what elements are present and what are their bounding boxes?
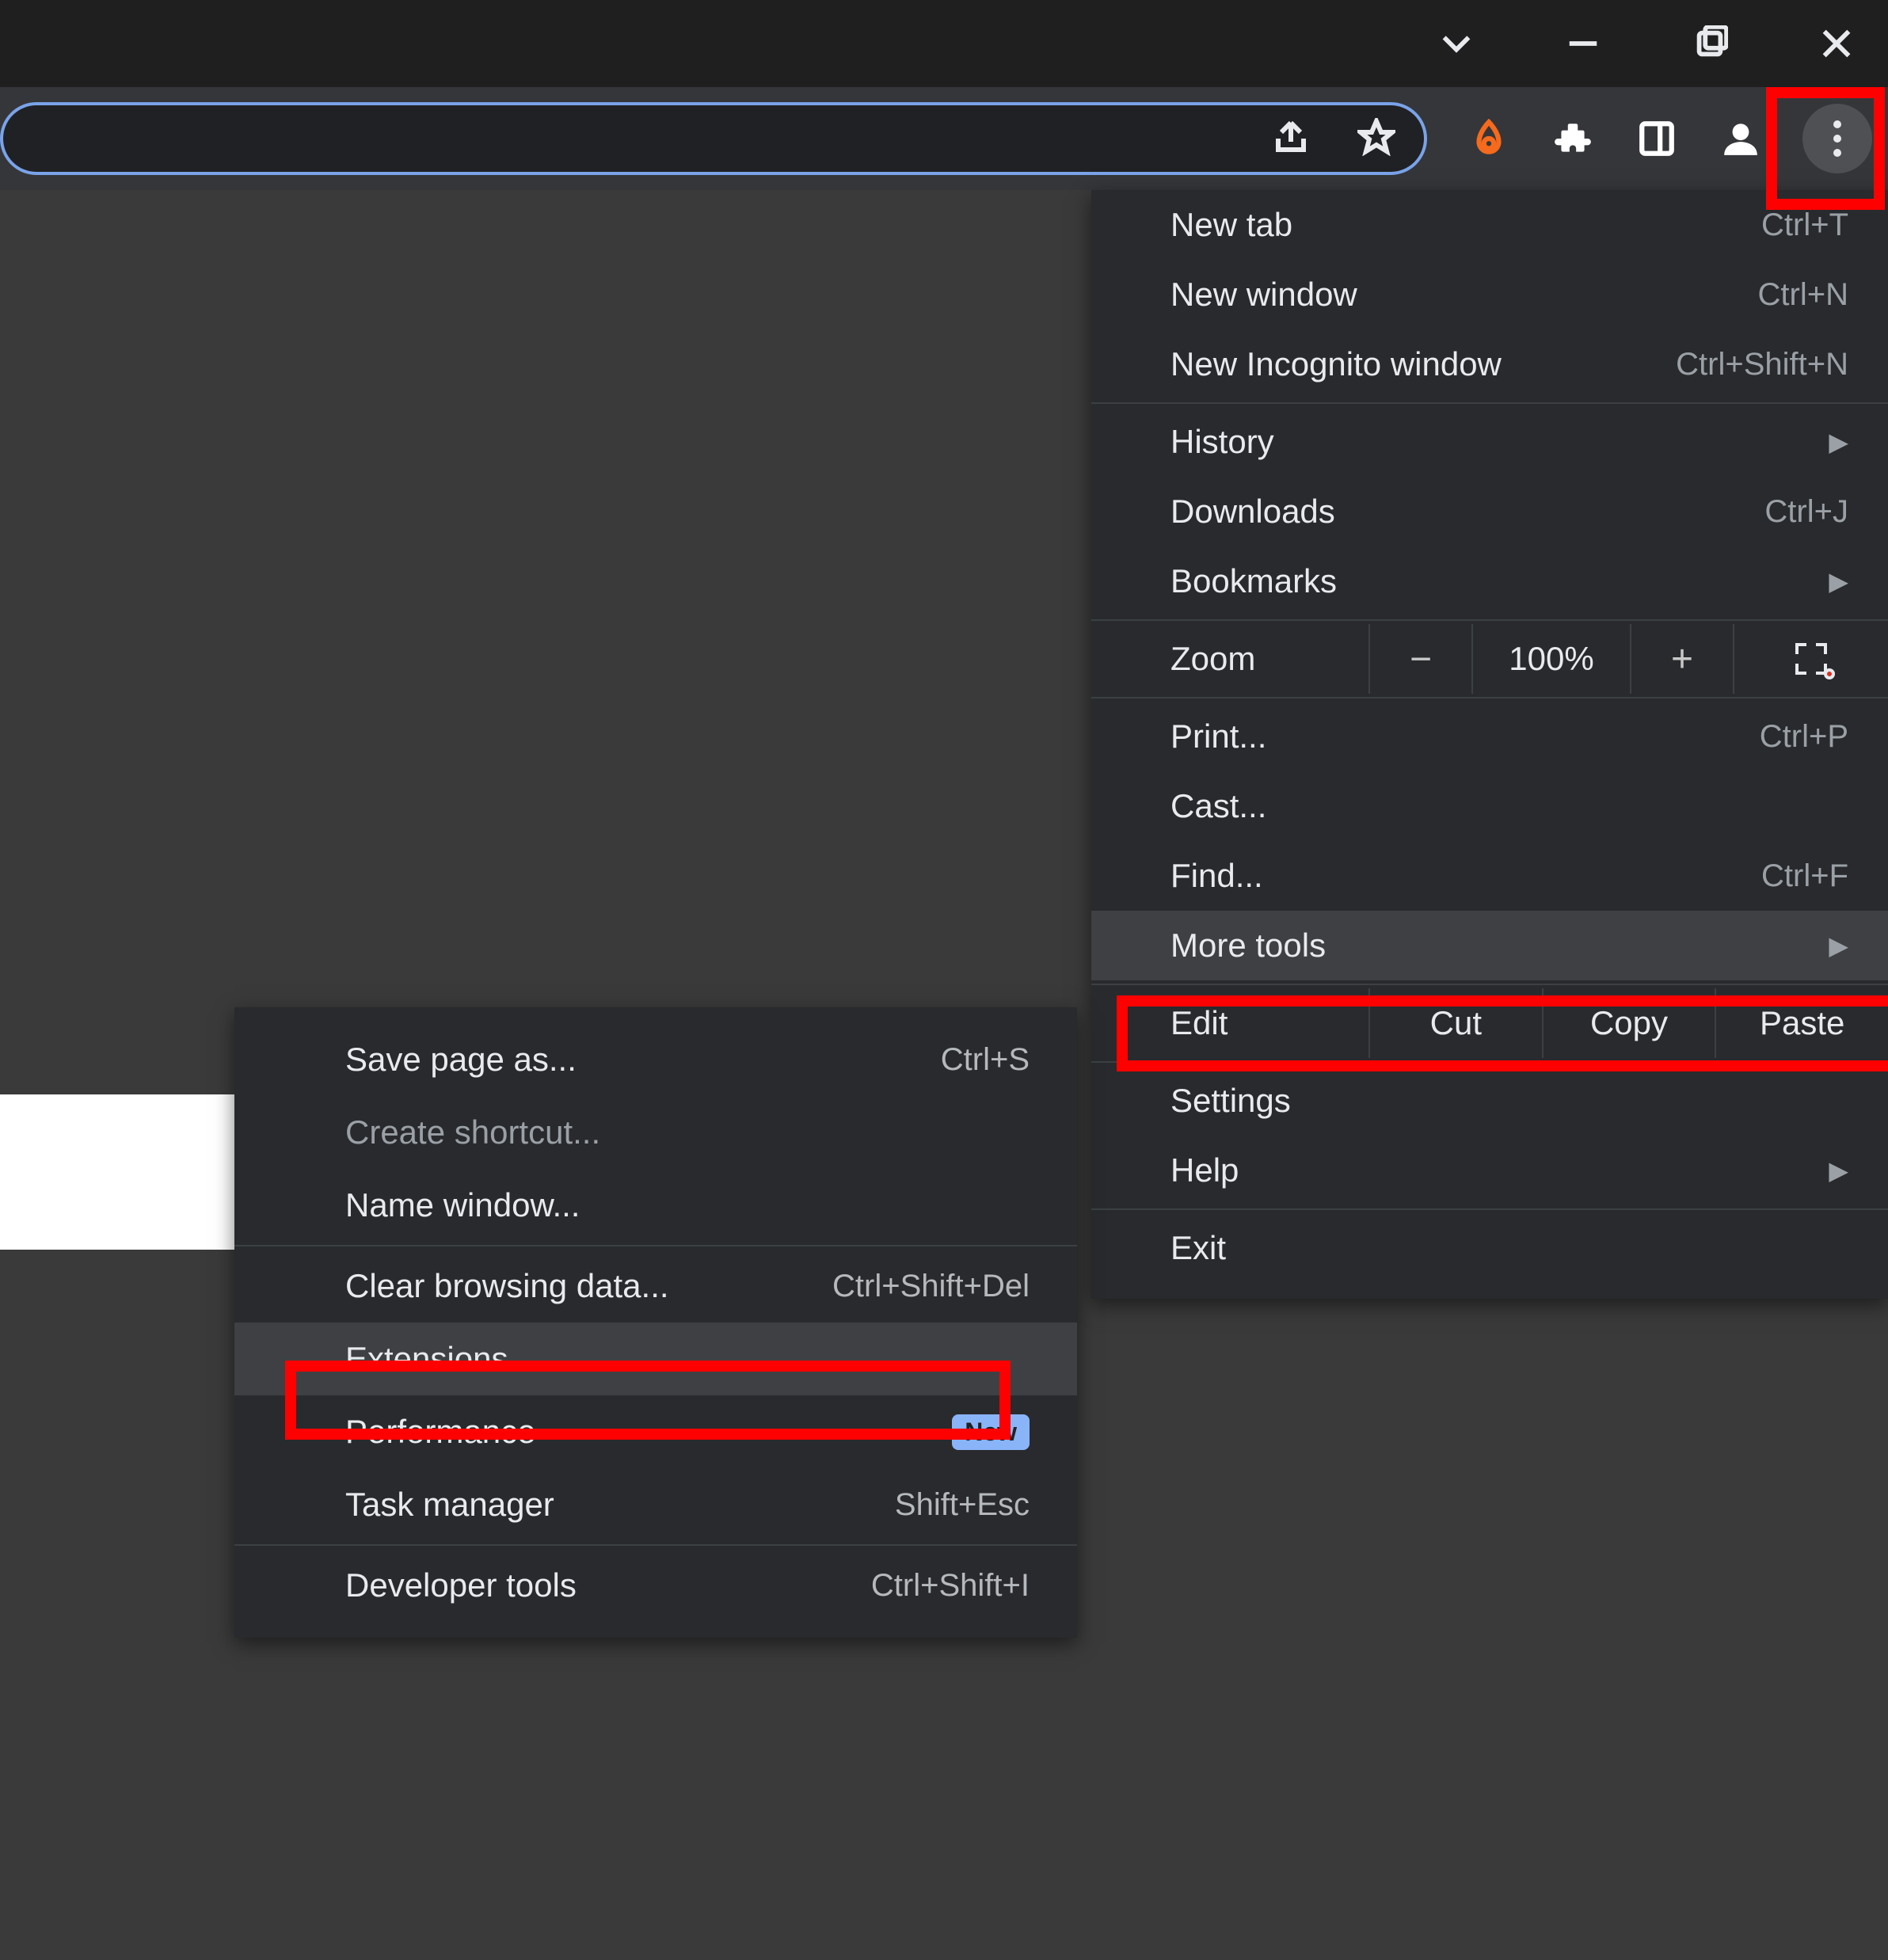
edit-label: Edit xyxy=(1091,988,1368,1058)
menu-shortcut: Ctrl+Shift+Del xyxy=(832,1269,1030,1304)
submenu-item-name-window[interactable]: Name window... xyxy=(234,1169,1077,1242)
menu-item-help[interactable]: Help ▶ xyxy=(1091,1136,1888,1205)
menu-label: Extensions xyxy=(345,1340,1030,1378)
menu-label: Name window... xyxy=(345,1186,1030,1224)
menu-label: Task manager xyxy=(345,1486,895,1524)
menu-label: New Incognito window xyxy=(1170,345,1676,383)
menu-item-settings[interactable]: Settings xyxy=(1091,1066,1888,1136)
menu-shortcut: Ctrl+N xyxy=(1758,277,1848,313)
menu-shortcut: Ctrl+Shift+I xyxy=(871,1568,1030,1604)
browser-toolbar xyxy=(0,87,1888,190)
submenu-arrow-icon: ▶ xyxy=(1829,931,1848,961)
submenu-item-developer-tools[interactable]: Developer tools Ctrl+Shift+I xyxy=(234,1549,1077,1622)
menu-separator xyxy=(1091,1061,1888,1063)
tab-search-icon[interactable] xyxy=(1421,8,1492,79)
edit-paste-button[interactable]: Paste xyxy=(1715,988,1888,1058)
new-badge: New xyxy=(952,1414,1030,1450)
menu-label: Downloads xyxy=(1170,493,1764,531)
fullscreen-icon xyxy=(1795,643,1827,675)
share-icon[interactable] xyxy=(1272,118,1310,160)
extension-flame-icon[interactable] xyxy=(1467,116,1511,161)
menu-label: History xyxy=(1170,423,1829,461)
submenu-item-task-manager[interactable]: Task manager Shift+Esc xyxy=(234,1468,1077,1541)
menu-label: Create shortcut... xyxy=(345,1113,1030,1151)
menu-shortcut: Ctrl+P xyxy=(1760,719,1848,755)
window-titlebar xyxy=(0,0,1888,87)
menu-label: New window xyxy=(1170,276,1758,314)
menu-item-new-incognito[interactable]: New Incognito window Ctrl+Shift+N xyxy=(1091,329,1888,399)
menu-item-exit[interactable]: Exit xyxy=(1091,1213,1888,1283)
menu-separator xyxy=(1091,1208,1888,1210)
menu-shortcut: Ctrl+F xyxy=(1761,858,1848,894)
menu-item-more-tools[interactable]: More tools ▶ xyxy=(1091,911,1888,980)
submenu-item-clear-browsing-data[interactable]: Clear browsing data... Ctrl+Shift+Del xyxy=(234,1250,1077,1323)
menu-label: Bookmarks xyxy=(1170,562,1829,600)
menu-label: Find... xyxy=(1170,857,1761,895)
menu-separator xyxy=(234,1544,1077,1546)
window-maximize-button[interactable] xyxy=(1674,8,1745,79)
customize-chrome-button[interactable] xyxy=(1802,104,1872,173)
menu-label: Help xyxy=(1170,1151,1829,1189)
menu-item-edit: Edit Cut Copy Paste xyxy=(1091,988,1888,1058)
submenu-item-create-shortcut[interactable]: Create shortcut... xyxy=(234,1096,1077,1169)
submenu-arrow-icon: ▶ xyxy=(1829,1155,1848,1186)
menu-item-new-tab[interactable]: New tab Ctrl+T xyxy=(1091,190,1888,260)
zoom-label: Zoom xyxy=(1091,640,1368,678)
menu-item-find[interactable]: Find... Ctrl+F xyxy=(1091,841,1888,911)
menu-label: Save page as... xyxy=(345,1041,941,1079)
submenu-arrow-icon: ▶ xyxy=(1829,566,1848,596)
menu-label: More tools xyxy=(1170,927,1829,965)
menu-item-downloads[interactable]: Downloads Ctrl+J xyxy=(1091,477,1888,546)
side-panel-icon[interactable] xyxy=(1635,116,1679,161)
menu-separator xyxy=(234,1245,1077,1246)
menu-separator xyxy=(1091,619,1888,621)
submenu-arrow-icon: ▶ xyxy=(1829,427,1848,457)
menu-shortcut: Shift+Esc xyxy=(895,1487,1030,1523)
menu-label: Settings xyxy=(1170,1082,1848,1120)
profile-avatar-icon[interactable] xyxy=(1719,116,1763,161)
extensions-puzzle-icon[interactable] xyxy=(1551,116,1595,161)
address-bar[interactable] xyxy=(0,102,1427,175)
menu-label: Clear browsing data... xyxy=(345,1267,832,1305)
zoom-in-button[interactable]: + xyxy=(1630,624,1733,694)
submenu-item-performance[interactable]: Performance New xyxy=(234,1395,1077,1468)
menu-item-new-window[interactable]: New window Ctrl+N xyxy=(1091,260,1888,329)
zoom-value: 100% xyxy=(1471,624,1630,694)
submenu-item-save-page[interactable]: Save page as... Ctrl+S xyxy=(234,1023,1077,1096)
menu-label: Developer tools xyxy=(345,1566,871,1604)
menu-item-history[interactable]: History ▶ xyxy=(1091,407,1888,477)
menu-item-bookmarks[interactable]: Bookmarks ▶ xyxy=(1091,546,1888,616)
menu-label: New tab xyxy=(1170,206,1761,244)
menu-label: Exit xyxy=(1170,1229,1848,1267)
window-close-button[interactable] xyxy=(1801,8,1872,79)
menu-item-print[interactable]: Print... Ctrl+P xyxy=(1091,702,1888,771)
edit-cut-button[interactable]: Cut xyxy=(1368,988,1542,1058)
menu-label: Performance xyxy=(345,1413,934,1451)
menu-shortcut: Ctrl+T xyxy=(1761,207,1848,243)
fullscreen-button[interactable] xyxy=(1733,624,1888,694)
menu-separator xyxy=(1091,984,1888,985)
menu-item-cast[interactable]: Cast... xyxy=(1091,771,1888,841)
menu-label: Cast... xyxy=(1170,787,1848,825)
menu-shortcut: Ctrl+J xyxy=(1764,494,1848,530)
menu-separator xyxy=(1091,402,1888,404)
menu-shortcut: Ctrl+S xyxy=(941,1042,1030,1078)
window-minimize-button[interactable] xyxy=(1547,8,1619,79)
menu-item-zoom: Zoom − 100% + xyxy=(1091,624,1888,694)
zoom-out-button[interactable]: − xyxy=(1368,624,1471,694)
submenu-item-extensions[interactable]: Extensions xyxy=(234,1323,1077,1395)
main-menu: New tab Ctrl+T New window Ctrl+N New Inc… xyxy=(1091,190,1888,1299)
page-fragment xyxy=(0,1094,234,1250)
menu-separator xyxy=(1091,697,1888,698)
more-tools-submenu: Save page as... Ctrl+S Create shortcut..… xyxy=(234,1007,1077,1638)
edit-copy-button[interactable]: Copy xyxy=(1542,988,1715,1058)
menu-shortcut: Ctrl+Shift+N xyxy=(1676,347,1848,382)
menu-label: Print... xyxy=(1170,717,1760,755)
bookmark-star-icon[interactable] xyxy=(1357,118,1395,160)
